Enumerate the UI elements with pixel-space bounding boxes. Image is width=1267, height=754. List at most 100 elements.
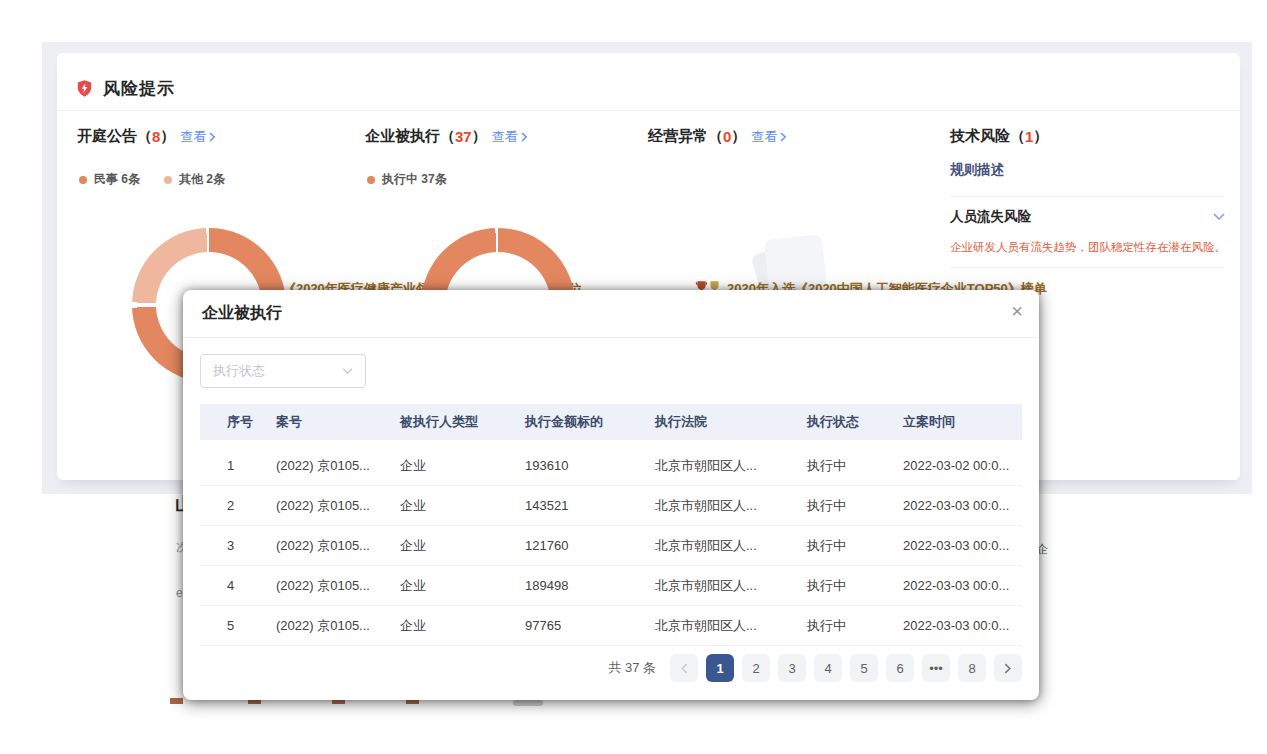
table-cell: 执行中 [796, 617, 892, 635]
section-title: 经营异常 [648, 127, 708, 146]
table-cell: 北京市朝阳区人... [644, 537, 796, 555]
view-link-abnormal[interactable]: 查看 [751, 128, 787, 146]
table-cell: 北京市朝阳区人... [644, 617, 796, 635]
table-cell: (2022) 京0105... [265, 577, 389, 595]
column-header: 执行法院 [644, 413, 796, 431]
table-cell: 2022-03-03 00:0... [892, 538, 1022, 553]
table-cell: 4 [200, 578, 265, 593]
view-link-court[interactable]: 查看 [180, 128, 216, 146]
page-button-8[interactable]: 8 [958, 654, 986, 682]
table-cell: 1 [200, 458, 265, 473]
table-cell: (2022) 京0105... [265, 457, 389, 475]
section-enforced: 企业被执行 （37） 查看 [365, 127, 528, 146]
table-cell: (2022) 京0105... [265, 537, 389, 555]
chevron-down-icon [342, 368, 353, 375]
section-court-announcement: 开庭公告 （8） 查看 [77, 127, 216, 146]
table-cell: 97765 [514, 618, 644, 633]
prev-page-button[interactable] [670, 654, 698, 682]
page-button-1[interactable]: 1 [706, 654, 734, 682]
legend-enforced: 执行中 37条 [367, 171, 447, 188]
select-placeholder: 执行状态 [213, 362, 265, 380]
table-cell: 143521 [514, 498, 644, 513]
divider [950, 267, 1225, 268]
chevron-right-icon [1004, 663, 1012, 674]
table-cell: 执行中 [796, 537, 892, 555]
table-header: 序号 案号 被执行人类型 执行金额标的 执行法院 执行状态 立案时间 [200, 404, 1022, 440]
table-cell: 2022-03-03 00:0... [892, 578, 1022, 593]
table-cell: 2 [200, 498, 265, 513]
chevron-right-icon [780, 132, 787, 142]
table-row[interactable]: 3 (2022) 京0105... 企业 121760 北京市朝阳区人... 执… [200, 526, 1022, 566]
table-cell: 执行中 [796, 577, 892, 595]
chevron-right-icon [209, 132, 216, 142]
table-cell: 121760 [514, 538, 644, 553]
table-cell: (2022) 京0105... [265, 617, 389, 635]
next-page-button[interactable] [994, 654, 1022, 682]
section-count: 37 [455, 128, 472, 145]
page-button-3[interactable]: 3 [778, 654, 806, 682]
section-title: 技术风险 [950, 127, 1010, 146]
page-button-4[interactable]: 4 [814, 654, 842, 682]
page-button-more[interactable]: ••• [922, 654, 950, 682]
section-tech-risk: 技术风险 （1） [950, 127, 1048, 146]
table-cell: 5 [200, 618, 265, 633]
table-cell: 企业 [389, 537, 514, 555]
table-cell: 3 [200, 538, 265, 553]
page-button-5[interactable]: 5 [850, 654, 878, 682]
rule-description-link[interactable]: 规则描述 [950, 161, 1004, 179]
header-divider [57, 110, 1240, 111]
table-cell: 企业 [389, 617, 514, 635]
table-cell: 企业 [389, 457, 514, 475]
column-header: 案号 [265, 413, 389, 431]
hidden-text-fragment: e [176, 586, 183, 600]
column-header: 立案时间 [892, 413, 1022, 431]
chevron-down-icon[interactable] [1213, 213, 1225, 221]
risk-item-row[interactable]: 人员流失风险 [950, 208, 1225, 226]
view-link-enforced[interactable]: 查看 [492, 128, 528, 146]
risk-item-name: 人员流失风险 [950, 208, 1031, 226]
section-title: 企业被执行 [365, 127, 440, 146]
column-header: 执行金额标的 [514, 413, 644, 431]
pagination: 共 37 条 1 2 3 4 5 6 ••• 8 [608, 654, 1022, 682]
modal-title: 企业被执行 [202, 303, 282, 324]
legend-dot [79, 176, 87, 184]
legend-dot [367, 176, 375, 184]
legend-court: 民事 6条 其他 2条 [79, 171, 225, 188]
table-row[interactable]: 5 (2022) 京0105... 企业 97765 北京市朝阳区人... 执行… [200, 606, 1022, 646]
section-title: 开庭公告 [77, 127, 137, 146]
table-row[interactable]: 4 (2022) 京0105... 企业 189498 北京市朝阳区人... 执… [200, 566, 1022, 606]
table-cell: (2022) 京0105... [265, 497, 389, 515]
page-button-6[interactable]: 6 [886, 654, 914, 682]
table-cell: 执行中 [796, 457, 892, 475]
close-icon[interactable]: × [1011, 300, 1023, 322]
modal-header-divider [183, 337, 1039, 338]
table-cell: 2022-03-03 00:0... [892, 498, 1022, 513]
enforced-detail-modal: 企业被执行 × 执行状态 序号 案号 被执行人类型 执行金额标的 执行法院 执行… [183, 290, 1039, 700]
risk-item-description: 企业研发人员有流失趋势，团队稳定性存在潜在风险。 [950, 240, 1226, 255]
section-count: 1 [1025, 128, 1033, 145]
table-cell: 北京市朝阳区人... [644, 457, 796, 475]
table-row[interactable]: 2 (2022) 京0105... 企业 143521 北京市朝阳区人... 执… [200, 486, 1022, 526]
table-cell: 193610 [514, 458, 644, 473]
table-cell: 北京市朝阳区人... [644, 497, 796, 515]
table-row[interactable]: 1 (2022) 京0105... 企业 193610 北京市朝阳区人... 执… [200, 446, 1022, 486]
hidden-chart-fragment [170, 698, 183, 704]
column-header: 序号 [200, 413, 265, 431]
pagination-total: 共 37 条 [608, 659, 656, 677]
chevron-right-icon [521, 132, 528, 142]
execution-status-select[interactable]: 执行状态 [200, 354, 366, 388]
column-header: 执行状态 [796, 413, 892, 431]
hidden-scrollbar-fragment [513, 700, 543, 706]
section-abnormal-operation: 经营异常 （0） 查看 [648, 127, 787, 146]
legend-dot [164, 176, 172, 184]
table-cell: 2022-03-03 00:0... [892, 618, 1022, 633]
table-cell: 北京市朝阳区人... [644, 577, 796, 595]
section-count: 8 [152, 128, 160, 145]
section-count: 0 [723, 128, 731, 145]
column-header: 被执行人类型 [389, 413, 514, 431]
card-title: 风险提示 [103, 77, 175, 100]
page-button-2[interactable]: 2 [742, 654, 770, 682]
table-cell: 2022-03-02 00:0... [892, 458, 1022, 473]
table-cell: 执行中 [796, 497, 892, 515]
table-cell: 企业 [389, 577, 514, 595]
